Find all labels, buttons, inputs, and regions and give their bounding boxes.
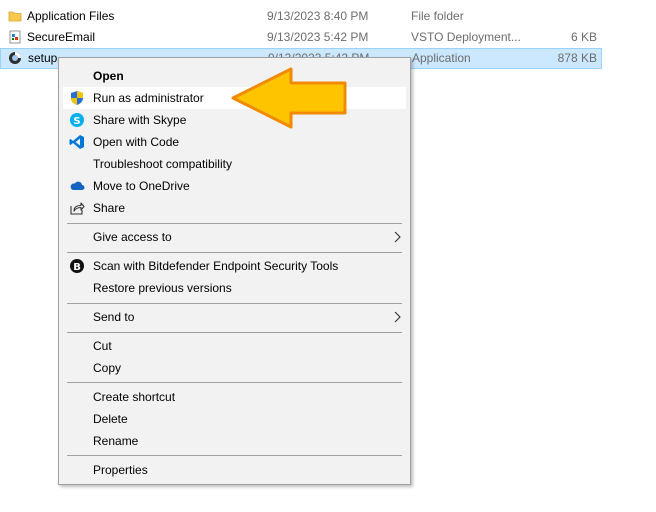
menu-item-label: Give access to — [93, 230, 172, 244]
menu-item-label: Scan with Bitdefender Endpoint Security … — [93, 259, 339, 273]
menu-item-give-access-to[interactable]: Give access to — [63, 226, 406, 248]
menu-separator — [67, 223, 402, 224]
menu-item-cut[interactable]: Cut — [63, 335, 406, 357]
menu-item-label: Run as administrator — [93, 91, 204, 105]
file-type: VSTO Deployment... — [411, 30, 521, 44]
menu-item-label: Share — [93, 201, 126, 215]
file-name: SecureEmail — [27, 30, 96, 44]
menu-item-rename[interactable]: Rename — [63, 430, 406, 452]
file-name: Application Files — [27, 9, 115, 23]
skype-icon: S — [70, 113, 84, 127]
menu-item-label: Open with Code — [93, 135, 180, 149]
menu-item-properties[interactable]: Properties — [63, 459, 406, 481]
chevron-right-icon — [394, 311, 401, 323]
file-date: 9/13/2023 8:40 PM — [267, 9, 369, 23]
onedrive-icon — [70, 181, 85, 190]
menu-separator — [67, 252, 402, 253]
file-date: 9/13/2023 5:42 PM — [267, 30, 369, 44]
menu-item-label: Copy — [93, 361, 122, 375]
file-row-application-files[interactable]: Application Files 9/13/2023 8:40 PM File… — [0, 6, 602, 27]
menu-item-label: Create shortcut — [93, 390, 176, 404]
menu-item-troubleshoot-compatibility[interactable]: Troubleshoot compatibility — [63, 153, 406, 175]
menu-separator — [67, 455, 402, 456]
menu-item-create-shortcut[interactable]: Create shortcut — [63, 386, 406, 408]
menu-item-label: Send to — [93, 310, 135, 324]
file-size: 878 KB — [557, 51, 597, 65]
file-name: setup — [28, 51, 58, 65]
menu-separator — [67, 303, 402, 304]
svg-text:B: B — [73, 262, 81, 273]
file-type: File folder — [411, 9, 464, 23]
vscode-icon — [69, 135, 84, 149]
chevron-right-icon — [394, 231, 401, 243]
file-size: 6 KB — [570, 30, 597, 44]
svg-text:S: S — [73, 116, 80, 127]
menu-separator — [67, 332, 402, 333]
menu-item-scan-bitdefender[interactable]: B Scan with Bitdefender Endpoint Securit… — [63, 255, 406, 277]
file-type: Application — [412, 51, 471, 65]
bitdefender-icon: B — [70, 259, 84, 273]
uac-shield-icon — [71, 91, 83, 105]
setup-app-icon — [9, 52, 21, 64]
menu-item-delete[interactable]: Delete — [63, 408, 406, 430]
menu-item-restore-previous-versions[interactable]: Restore previous versions — [63, 277, 406, 299]
menu-item-open-with-code[interactable]: Open with Code — [63, 131, 406, 153]
menu-item-move-to-onedrive[interactable]: Move to OneDrive — [63, 175, 406, 197]
menu-item-label: Rename — [93, 434, 139, 448]
menu-item-copy[interactable]: Copy — [63, 357, 406, 379]
menu-item-label: Cut — [93, 339, 112, 353]
menu-separator — [67, 382, 402, 383]
menu-item-label: Delete — [93, 412, 128, 426]
share-icon — [70, 202, 85, 215]
menu-item-share[interactable]: Share — [63, 197, 406, 219]
menu-item-label: Open — [93, 69, 124, 83]
folder-icon — [8, 11, 22, 22]
vsto-file-icon — [9, 30, 21, 44]
menu-item-label: Share with Skype — [93, 113, 187, 127]
menu-item-label: Troubleshoot compatibility — [93, 157, 232, 171]
menu-item-label: Move to OneDrive — [93, 179, 190, 193]
menu-item-send-to[interactable]: Send to — [63, 306, 406, 328]
menu-item-label: Restore previous versions — [93, 281, 232, 295]
menu-item-label: Properties — [93, 463, 148, 477]
annotation-arrow-icon — [231, 67, 347, 129]
file-row-secureemail[interactable]: SecureEmail 9/13/2023 5:42 PM VSTO Deplo… — [0, 27, 602, 48]
